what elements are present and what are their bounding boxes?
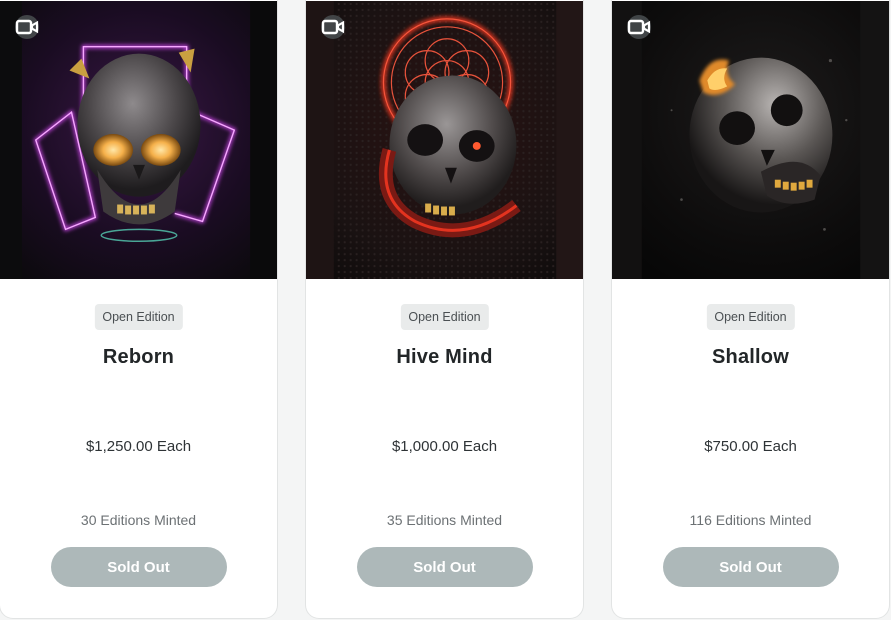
skull-artwork-image — [0, 1, 277, 279]
video-camera-icon — [15, 15, 39, 39]
artwork-title[interactable]: Reborn — [0, 346, 277, 369]
card-details: Open Edition Hive Mind $1,000.00 Each 35… — [306, 280, 583, 618]
artwork-title[interactable]: Hive Mind — [306, 346, 583, 369]
editions-minted-label: 30 Editions Minted — [80, 512, 197, 528]
artwork-title[interactable]: Shallow — [612, 346, 889, 369]
card-details: Open Edition Reborn $1,250.00 Each 30 Ed… — [0, 280, 277, 618]
sold-out-button[interactable]: Sold Out — [356, 547, 533, 587]
open-edition-badge: Open Edition — [94, 304, 183, 330]
video-camera-icon — [627, 15, 651, 39]
video-camera-icon — [321, 15, 345, 39]
nft-card-grid: Open Edition Reborn $1,250.00 Each 30 Ed… — [0, 0, 891, 620]
skull-artwork-image — [612, 1, 889, 279]
price-label: $1,000.00 Each — [391, 438, 498, 455]
nft-card-reborn[interactable]: Open Edition Reborn $1,250.00 Each 30 Ed… — [0, 0, 278, 619]
artwork-preview[interactable] — [306, 0, 583, 280]
editions-minted-label: 116 Editions Minted — [689, 512, 812, 528]
price-label: $750.00 Each — [704, 438, 797, 455]
sold-out-button[interactable]: Sold Out — [50, 547, 227, 587]
artwork-preview[interactable] — [0, 0, 277, 280]
skull-artwork-image — [306, 1, 583, 279]
sold-out-button[interactable]: Sold Out — [662, 547, 839, 587]
card-details: Open Edition Shallow $750.00 Each 116 Ed… — [612, 280, 889, 618]
open-edition-badge: Open Edition — [400, 304, 489, 330]
nft-card-hive-mind[interactable]: Open Edition Hive Mind $1,000.00 Each 35… — [305, 0, 584, 619]
nft-card-shallow[interactable]: Open Edition Shallow $750.00 Each 116 Ed… — [611, 0, 890, 619]
editions-minted-label: 35 Editions Minted — [386, 512, 503, 528]
open-edition-badge: Open Edition — [706, 304, 795, 330]
price-label: $1,250.00 Each — [85, 438, 192, 455]
artwork-preview[interactable] — [612, 0, 889, 280]
